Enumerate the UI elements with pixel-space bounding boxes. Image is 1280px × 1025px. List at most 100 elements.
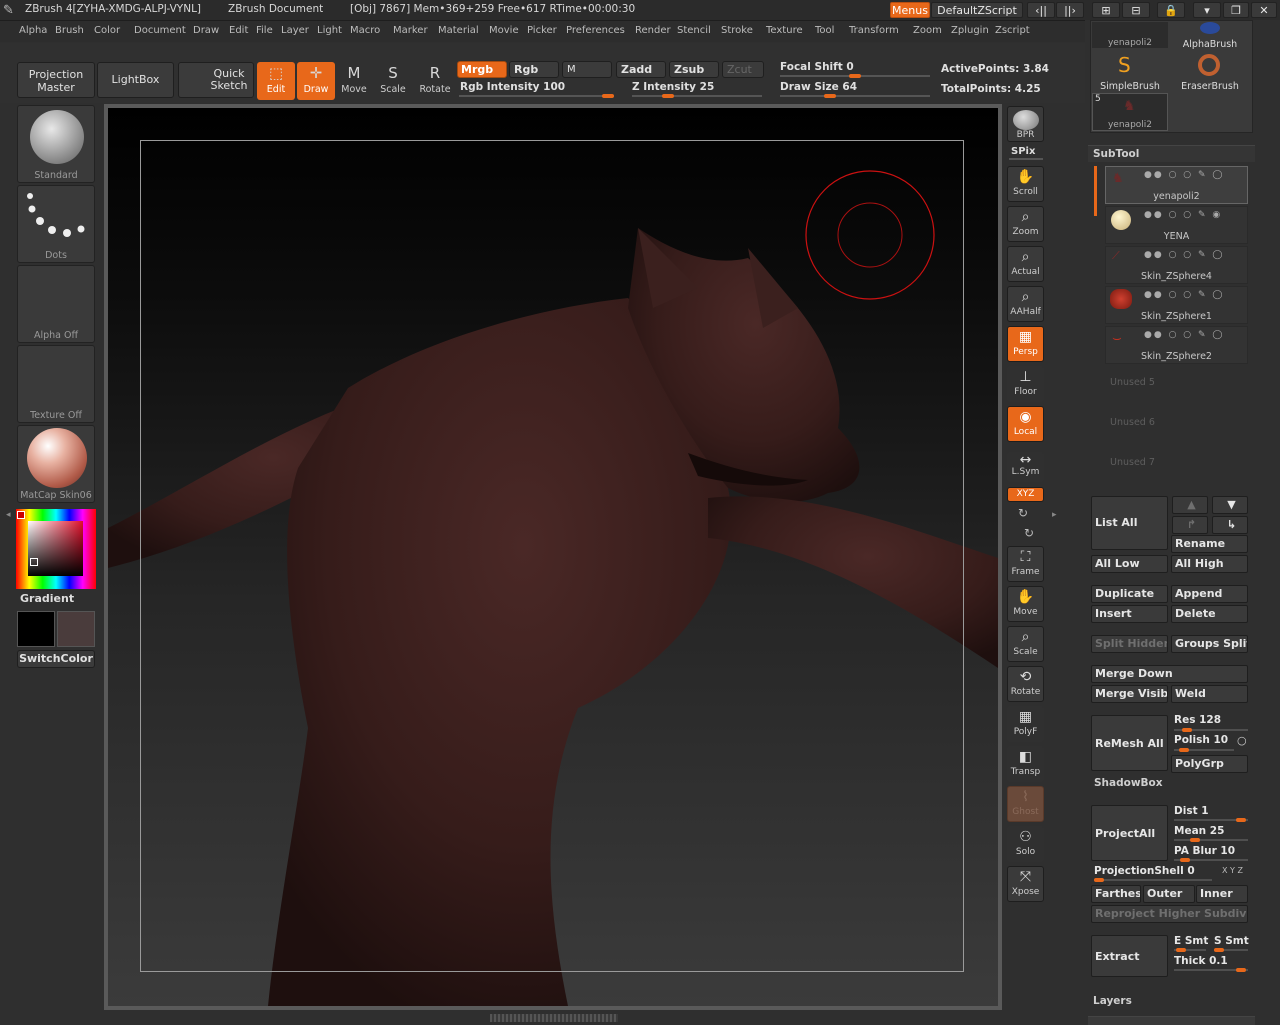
- lightbox-button[interactable]: LightBox: [97, 62, 174, 98]
- scroll-left-icon[interactable]: ‹||: [1027, 2, 1055, 18]
- groups-split-button[interactable]: Groups Split: [1171, 635, 1248, 653]
- z-intensity-knob[interactable]: [661, 94, 674, 98]
- menu-edit[interactable]: Edit: [229, 25, 248, 36]
- projection-master-button[interactable]: Projection Master: [17, 62, 95, 98]
- weld-toggle[interactable]: Weld: [1171, 685, 1248, 703]
- bottom-tray-handle[interactable]: [490, 1014, 618, 1022]
- menu-alpha[interactable]: Alpha: [19, 25, 47, 36]
- list-all-button[interactable]: List All: [1091, 496, 1168, 550]
- persp-button[interactable]: ▦ Persp: [1007, 326, 1044, 362]
- delete-button[interactable]: Delete: [1171, 605, 1248, 623]
- tool-thumb-eraserbrush[interactable]: EraserBrush: [1172, 52, 1248, 92]
- mrgb-toggle[interactable]: Mrgb: [457, 61, 507, 78]
- edit-mode-button[interactable]: ⬚ Edit: [257, 62, 295, 100]
- subtool-visibility-icons[interactable]: ●● ○ ○ ✎ ◯: [1144, 250, 1224, 260]
- xyz-button[interactable]: XYZ: [1007, 487, 1044, 502]
- subtool-visibility-icons[interactable]: ●● ○ ○ ✎ ◯: [1144, 330, 1224, 340]
- subtool-visibility-icons[interactable]: ●● ○ ○ ✎ ◯: [1144, 290, 1224, 300]
- menu-texture[interactable]: Texture: [766, 25, 803, 36]
- frame-button[interactable]: ⛶ Frame: [1007, 546, 1044, 582]
- draw-mode-button[interactable]: ✛ Draw: [297, 62, 335, 100]
- move-down-arrow-icon[interactable]: ▼: [1212, 496, 1248, 514]
- close-icon[interactable]: ✕: [1251, 2, 1277, 18]
- left-tray-collapse-icon[interactable]: ◂: [6, 510, 11, 520]
- duplicate-button[interactable]: Duplicate: [1091, 585, 1168, 603]
- rotate-z-icon[interactable]: ↻: [1024, 526, 1034, 540]
- subtool-scrollbar[interactable]: [1094, 166, 1097, 216]
- menu-movie[interactable]: Movie: [489, 25, 519, 36]
- menu-tool[interactable]: Tool: [815, 25, 834, 36]
- subtool-unused-slot[interactable]: Unused 7: [1110, 457, 1155, 468]
- zoom-button[interactable]: ⌕ Zoom: [1007, 206, 1044, 242]
- solo-button[interactable]: ⚇ Solo: [1007, 826, 1044, 862]
- brush-picker[interactable]: Standard: [17, 105, 95, 183]
- color-picker[interactable]: [16, 509, 96, 589]
- move-view-button[interactable]: ✋ Move: [1007, 586, 1044, 622]
- polish-knob[interactable]: [1178, 748, 1189, 752]
- subtool-item[interactable]: ●● ○ ○ ✎ ◉ YENA: [1105, 206, 1248, 244]
- inner-button[interactable]: Inner: [1196, 885, 1248, 903]
- subtool-visibility-icons[interactable]: ●● ○ ○ ✎ ◯: [1144, 170, 1224, 180]
- secondary-color-swatch[interactable]: [57, 611, 95, 647]
- stroke-picker[interactable]: Dots: [17, 185, 95, 263]
- restore-icon[interactable]: ❐: [1223, 2, 1249, 18]
- menu-transform[interactable]: Transform: [849, 25, 899, 36]
- xyz-axis-icon[interactable]: X Y Z: [1222, 866, 1243, 875]
- subtool-item[interactable]: ⟋ ●● ○ ○ ✎ ◯ Skin_ZSphere4: [1105, 246, 1248, 284]
- rotate-y-icon[interactable]: ↻: [1018, 506, 1028, 520]
- menu-material[interactable]: Material: [438, 25, 479, 36]
- subtool-item[interactable]: ♞ ●● ○ ○ ✎ ◯ yenapoli2: [1105, 166, 1248, 204]
- actual-button[interactable]: ⌕ Actual: [1007, 246, 1044, 282]
- merge-down-button[interactable]: Merge Down: [1091, 665, 1248, 683]
- move-mode-button[interactable]: M Move: [335, 62, 373, 100]
- subtool-item[interactable]: ⌣ ●● ○ ○ ✎ ◯ Skin_ZSphere2: [1105, 326, 1248, 364]
- append-button[interactable]: Append: [1171, 585, 1248, 603]
- menu-stroke[interactable]: Stroke: [721, 25, 753, 36]
- gradient-label[interactable]: Gradient: [20, 592, 74, 605]
- menus-button[interactable]: Menus: [890, 2, 930, 18]
- menu-brush[interactable]: Brush: [55, 25, 84, 36]
- floor-button[interactable]: ⊥ Floor: [1007, 366, 1044, 402]
- extract-button[interactable]: Extract: [1091, 935, 1168, 977]
- s-smt-knob[interactable]: [1214, 948, 1224, 952]
- rgb-toggle[interactable]: Rgb: [509, 61, 559, 78]
- zsub-toggle[interactable]: Zsub: [669, 61, 719, 78]
- layers-header[interactable]: Layers: [1093, 995, 1132, 1007]
- aahalf-button[interactable]: ⌕ AAHalf: [1007, 286, 1044, 322]
- all-high-button[interactable]: All High: [1171, 555, 1248, 573]
- res-knob[interactable]: [1181, 728, 1192, 732]
- alpha-picker[interactable]: Alpha Off: [17, 265, 95, 343]
- ghost-button[interactable]: ⌇ Ghost: [1007, 786, 1044, 822]
- zcut-toggle[interactable]: Zcut: [722, 61, 764, 78]
- indent-right-icon[interactable]: ↳: [1212, 516, 1248, 534]
- layout-icon[interactable]: ⊞: [1092, 2, 1120, 18]
- mean-slider[interactable]: [1174, 839, 1248, 841]
- draw-size-knob[interactable]: [824, 94, 837, 98]
- material-picker[interactable]: MatCap Skin06: [17, 425, 95, 503]
- tool-thumb-yenapoli2-active[interactable]: 5 ♞ yenapoli2: [1092, 93, 1168, 131]
- menu-color[interactable]: Color: [94, 25, 120, 36]
- rotate-mode-button[interactable]: R Rotate: [416, 62, 454, 100]
- pa-blur-knob[interactable]: [1180, 858, 1191, 862]
- rename-button[interactable]: Rename: [1171, 535, 1248, 553]
- switch-color-button[interactable]: SwitchColor: [17, 650, 95, 668]
- menu-file[interactable]: File: [256, 25, 273, 36]
- tool-thumb-alphabrush[interactable]: AlphaBrush: [1172, 22, 1248, 50]
- subtool-visibility-icons[interactable]: ●● ○ ○ ✎ ◉: [1144, 210, 1222, 220]
- tool-thumb-simplebrush[interactable]: S SimpleBrush: [1092, 52, 1168, 92]
- subtool-unused-slot[interactable]: Unused 5: [1110, 377, 1155, 388]
- minimize-icon[interactable]: ▾: [1193, 2, 1221, 18]
- reproject-higher-subdiv-button[interactable]: Reproject Higher Subdiv: [1091, 905, 1248, 923]
- default-zscript-button[interactable]: DefaultZScript: [931, 2, 1023, 18]
- scale-view-button[interactable]: ⌕ Scale: [1007, 626, 1044, 662]
- zadd-toggle[interactable]: Zadd: [616, 61, 666, 78]
- outer-button[interactable]: Outer: [1143, 885, 1195, 903]
- color-square[interactable]: [28, 521, 83, 576]
- thick-knob[interactable]: [1236, 968, 1246, 972]
- dist-knob[interactable]: [1236, 818, 1246, 822]
- menu-marker[interactable]: Marker: [393, 25, 428, 36]
- layout-alt-icon[interactable]: ⊟: [1122, 2, 1150, 18]
- menu-zscript[interactable]: Zscript: [995, 25, 1030, 36]
- subtool-header[interactable]: SubTool: [1088, 145, 1255, 162]
- polish-mode-circle-icon[interactable]: ○: [1237, 734, 1247, 747]
